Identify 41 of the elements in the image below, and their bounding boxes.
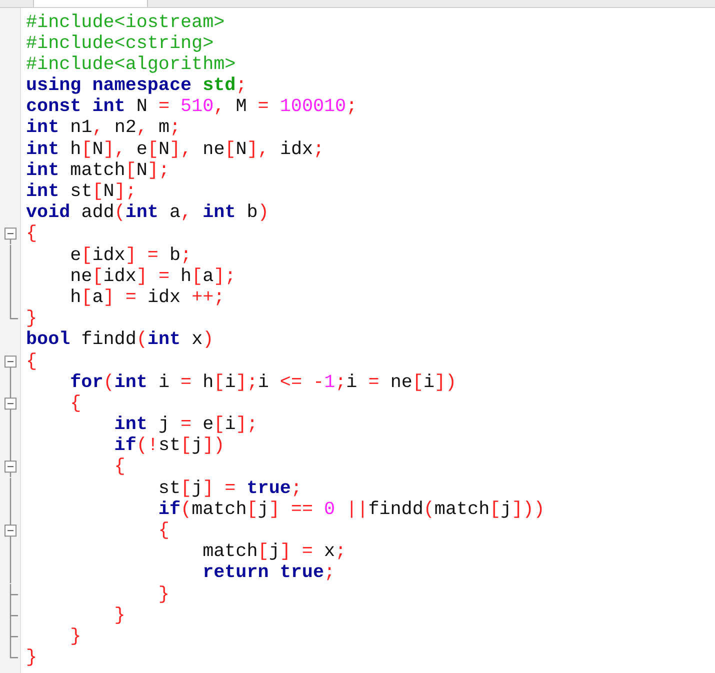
code-line: #include<algorithm> <box>26 54 236 75</box>
fold-toggle-icon[interactable] <box>4 228 16 245</box>
code-line: using namespace std; <box>26 75 247 96</box>
code-line: int st[N]; <box>26 181 136 202</box>
code-line: return true; <box>202 562 336 584</box>
code-line: h[a] = idx ++; <box>69 286 225 308</box>
code-line: bool findd(int x) <box>26 329 214 350</box>
code-line: } <box>113 604 126 626</box>
code-line: } <box>26 647 38 668</box>
code-line: } <box>69 626 82 647</box>
code-line: } <box>26 308 38 330</box>
code-line: const int N = 510, M = 100010; <box>26 96 358 118</box>
fold-end-icon <box>10 308 18 320</box>
code-line: st[j] = true; <box>157 478 302 499</box>
code-line: void add(int a, int b) <box>26 202 269 224</box>
code-line: if(match[j] == 0 ||findd(match[j])) <box>157 498 545 520</box>
fold-toggle-icon[interactable] <box>4 520 16 542</box>
fold-toggle-icon[interactable] <box>4 456 16 478</box>
code-line: #include<cstring> <box>26 32 214 54</box>
fold-line <box>10 604 19 626</box>
code-line: int j = e[i]; <box>113 414 258 436</box>
fold-line <box>10 626 19 648</box>
code-line: { <box>26 223 38 244</box>
code-line: e[idx] = b; <box>69 244 192 266</box>
code-line: } <box>157 584 170 605</box>
code-line: ne[idx] = h[a]; <box>69 266 236 287</box>
code-line: int n1, n2, m; <box>26 117 181 138</box>
fold-toggle-icon[interactable] <box>4 392 16 414</box>
code-line: { <box>69 392 82 414</box>
code-line: match[j] = x; <box>202 541 346 562</box>
code-line: { <box>113 456 126 478</box>
code-line: if(!st[j]) <box>113 435 225 456</box>
code-line: { <box>26 350 38 372</box>
code-line: for(int i = h[i];i <= -1;i = ne[i]) <box>69 372 457 393</box>
code-line: { <box>157 520 170 541</box>
fold-toggle-icon[interactable] <box>4 355 16 372</box>
code-line: int h[N], e[N], ne[N], idx; <box>26 138 324 160</box>
fold-end-icon <box>10 647 18 658</box>
code-line: int match[N]; <box>26 160 170 181</box>
fold-line <box>10 372 12 393</box>
code-line: #include<iostream> <box>26 12 225 32</box>
